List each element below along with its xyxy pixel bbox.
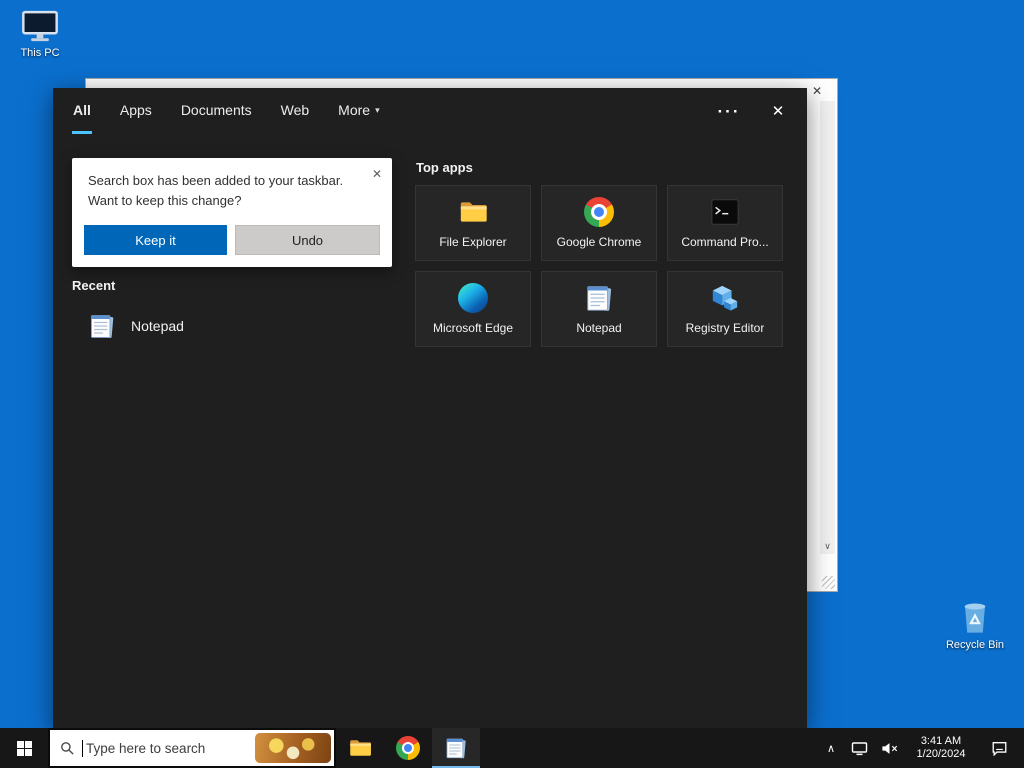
this-pc-icon [20,8,60,44]
scroll-down-icon[interactable]: ∨ [820,541,835,552]
top-app-notepad[interactable]: Notepad [541,271,657,347]
tab-label: All [73,101,91,118]
tab-label: Apps [119,101,152,118]
tab-label: Documents [180,101,252,118]
undo-button[interactable]: Undo [235,225,380,255]
desktop-icon-this-pc[interactable]: This PC [1,8,79,59]
notepad-icon [584,283,614,313]
tab-documents[interactable]: Documents [180,88,253,134]
top-app-label: File Explorer [439,235,507,249]
tab-label: Web [280,101,310,118]
clock-date: 1/20/2024 [916,748,966,760]
desktop: This PC Recycle Bin ✕ ∨ All Apps Documen… [0,0,1024,768]
more-options-button[interactable]: ··· [709,98,749,126]
volume-muted-icon[interactable] [874,728,904,768]
notepad-icon [88,312,116,340]
recycle-bin-icon [957,596,993,636]
keep-it-button[interactable]: Keep it [84,225,227,255]
ethernet-icon [851,741,868,756]
tray-chevron-icon[interactable]: ∧ [818,728,844,768]
notification-line1: Search box has been added to your taskba… [88,173,344,188]
top-app-file-explorer[interactable]: File Explorer [415,185,531,261]
recent-item-notepad[interactable]: Notepad [72,306,402,346]
taskbar-file-explorer[interactable] [336,728,384,768]
clock-time: 3:41 AM [920,735,962,747]
search-highlight-image[interactable] [255,733,331,763]
tab-apps[interactable]: Apps [119,88,153,134]
search-placeholder: Type here to search [86,740,206,756]
notepad-icon [444,736,468,760]
file-explorer-icon [458,197,488,227]
close-button[interactable]: ✕ [761,98,795,126]
tab-more[interactable]: More ▾ [337,88,380,134]
start-button[interactable] [0,728,48,768]
resize-grip[interactable] [822,576,835,589]
taskbar: Type here to search ∧ 3:41 AM 1/20/2024 [0,728,1024,768]
windows-logo-icon [16,740,32,756]
tab-web[interactable]: Web [280,88,311,134]
notification-buttons: Keep it Undo [84,225,380,255]
vertical-scrollbar[interactable]: ∨ [820,101,835,554]
top-app-registry-editor[interactable]: Registry Editor [667,271,783,347]
action-center-icon [991,741,1008,756]
taskbar-change-notification: ✕ Search box has been added to your task… [72,158,392,267]
file-explorer-icon [348,736,372,760]
edge-icon [458,283,488,313]
desktop-icon-label: Recycle Bin [945,639,1005,651]
taskbar-clock[interactable]: 3:41 AM 1/20/2024 [904,728,978,768]
command-prompt-icon [710,197,740,227]
notification-line2: Want to keep this change? [88,193,242,208]
taskbar-chrome[interactable] [384,728,432,768]
tab-all[interactable]: All [72,88,92,134]
chrome-icon [584,197,614,227]
close-icon[interactable]: ✕ [812,85,822,97]
tab-label: More [338,101,371,118]
top-app-google-chrome[interactable]: Google Chrome [541,185,657,261]
taskbar-notepad[interactable] [432,728,480,768]
text-caret [82,739,83,757]
search-tabs: All Apps Documents Web More ▾ [72,88,381,136]
top-app-label: Google Chrome [556,235,642,249]
registry-editor-icon [710,283,740,313]
chevron-down-icon: ▾ [375,105,380,115]
recent-header: Recent [72,278,116,293]
top-app-microsoft-edge[interactable]: Microsoft Edge [415,271,531,347]
top-app-label: Registry Editor [685,321,765,335]
top-app-label: Command Pro... [681,235,769,249]
system-tray: ∧ 3:41 AM 1/20/2024 [818,728,1024,768]
close-icon[interactable]: ✕ [372,167,382,181]
desktop-icon-recycle-bin[interactable]: Recycle Bin [936,596,1014,651]
recent-item-label: Notepad [131,318,184,334]
taskbar-search-box[interactable]: Type here to search [48,728,336,768]
search-icon [60,741,75,756]
desktop-icon-label: This PC [20,47,60,59]
top-app-label: Microsoft Edge [432,321,514,335]
top-app-command-prompt[interactable]: Command Pro... [667,185,783,261]
top-app-label: Notepad [576,321,622,335]
top-apps-header: Top apps [416,160,473,175]
action-center-button[interactable] [978,728,1020,768]
speaker-mute-icon [881,741,898,756]
notification-text: Search box has been added to your taskba… [72,158,392,211]
network-icon[interactable] [844,728,874,768]
search-flyout: All Apps Documents Web More ▾ ··· ✕ ✕ Se… [53,88,807,728]
chrome-icon [396,736,420,760]
